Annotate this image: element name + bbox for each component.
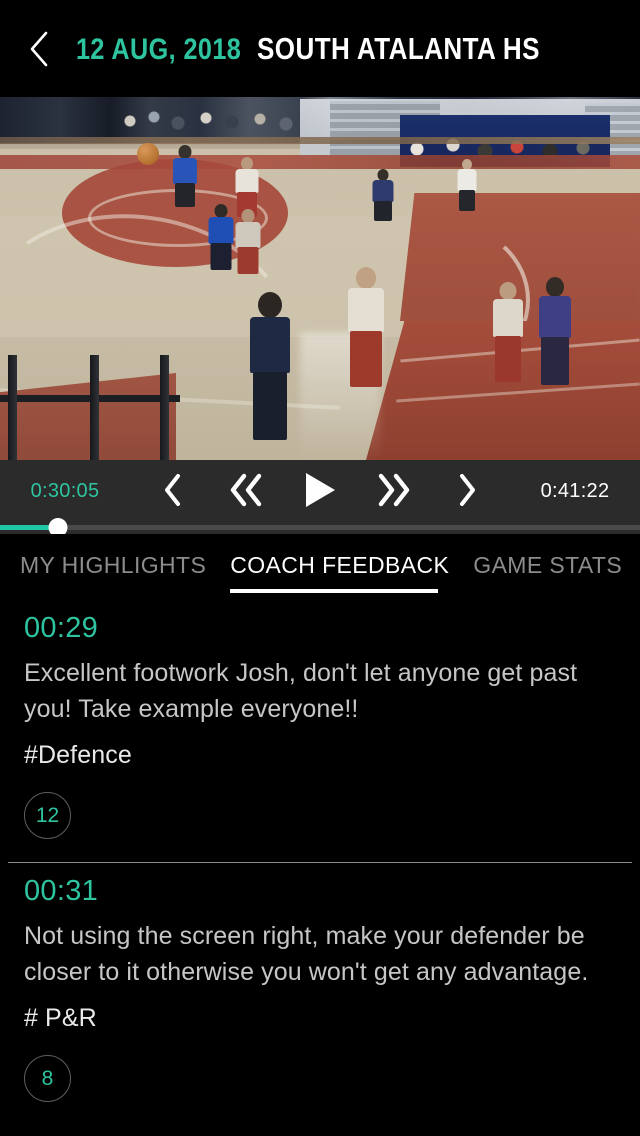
player-legs (210, 243, 232, 270)
player-jersey (539, 296, 571, 338)
tab-game-stats[interactable]: GAME STATS (473, 552, 622, 579)
feedback-badge[interactable]: 8 (24, 1055, 71, 1102)
feedback-text: Excellent footwork Josh, don't let anyon… (24, 659, 578, 723)
player-jersey (493, 299, 523, 337)
progress-track (0, 525, 640, 530)
fast-forward-button[interactable] (366, 466, 422, 516)
chevron-left-icon (162, 473, 184, 510)
feedback-item[interactable]: 00:29 Excellent footwork Josh, don't let… (0, 600, 640, 839)
double-chevron-right-icon (375, 473, 413, 510)
player-head (499, 282, 517, 300)
player-head (258, 292, 282, 318)
player-legs (237, 247, 259, 274)
tab-my-highlights[interactable]: MY HIGHLIGHTS (20, 552, 206, 579)
player-jersey (457, 169, 477, 191)
total-time-label: 0:41:22 (540, 479, 610, 502)
feedback-item[interactable]: 00:31 Not using the screen right, make y… (0, 863, 640, 1102)
rewind-button[interactable] (218, 466, 274, 516)
app-screen: 12 AUG, 2018 SOUTH ATALANTA HS 0:30:05 0… (0, 0, 640, 1136)
player-jersey (208, 217, 234, 244)
player-legs (541, 337, 569, 385)
feedback-text: Not using the screen right, make your de… (24, 922, 589, 986)
player-red-1 (232, 209, 264, 275)
basketball (137, 143, 159, 165)
tab-bar: MY HIGHLIGHTS COACH FEEDBACK GAME STATS (0, 534, 640, 596)
active-tab-indicator (230, 589, 438, 593)
feedback-timestamp[interactable]: 00:29 (24, 600, 616, 645)
header-title-group: 12 AUG, 2018 SOUTH ATALANTA HS (76, 31, 594, 67)
video-controls-bar: 0:30:05 0:41:22 (0, 460, 640, 522)
playback-controls (130, 466, 510, 516)
play-icon (303, 471, 337, 512)
player-legs (459, 190, 475, 211)
player-jersey (348, 288, 384, 332)
player-blue-3 (535, 277, 575, 385)
player-blue-1 (170, 145, 200, 207)
chevron-right-icon (456, 473, 478, 510)
player-legs (253, 372, 287, 440)
step-back-button[interactable] (145, 466, 201, 516)
player-blue-4 (370, 169, 396, 221)
player-red-2 (345, 267, 387, 387)
team-name: SOUTH ATALANTA HS (256, 30, 540, 66)
court-sideline (0, 155, 640, 169)
tab-coach-feedback[interactable]: COACH FEEDBACK (230, 552, 449, 579)
player-head (356, 267, 376, 289)
player-jersey (372, 180, 394, 202)
step-forward-button[interactable] (439, 466, 495, 516)
back-button[interactable] (8, 18, 70, 80)
player-foreground-5 (248, 292, 292, 440)
play-button[interactable] (292, 466, 348, 516)
feedback-timestamp[interactable]: 00:31 (24, 863, 616, 908)
player-referee (455, 159, 479, 211)
player-jersey (235, 222, 261, 248)
feedback-badge[interactable]: 12 (24, 792, 71, 839)
progress-bar[interactable] (0, 518, 640, 537)
game-date: 12 AUG, 2018 (76, 32, 242, 66)
player-head (214, 204, 228, 218)
feedback-tag[interactable]: #Defence (24, 741, 616, 770)
current-time-label: 0:30:05 (30, 479, 100, 502)
player-legs (175, 183, 195, 207)
player-head (178, 145, 192, 159)
player-legs (374, 201, 392, 221)
double-chevron-left-icon (227, 473, 265, 510)
chevron-left-icon (26, 29, 52, 69)
player-head (546, 277, 564, 297)
header-bar: 12 AUG, 2018 SOUTH ATALANTA HS (0, 0, 640, 97)
feedback-tag[interactable]: # P&R (24, 1004, 616, 1033)
player-jersey (250, 317, 290, 373)
player-legs (495, 336, 521, 382)
player-jersey (173, 158, 197, 184)
video-player-frame[interactable] (0, 97, 640, 460)
court-railing-post (8, 355, 17, 460)
bleacher-rail (0, 137, 640, 144)
court-railing-post (90, 355, 99, 460)
player-red-3 (490, 282, 526, 382)
player-head (241, 209, 255, 223)
coach-feedback-list[interactable]: 00:29 Excellent footwork Josh, don't let… (0, 600, 640, 1136)
player-legs (350, 331, 382, 387)
player-jersey (235, 169, 259, 193)
court-railing-post (160, 355, 169, 460)
